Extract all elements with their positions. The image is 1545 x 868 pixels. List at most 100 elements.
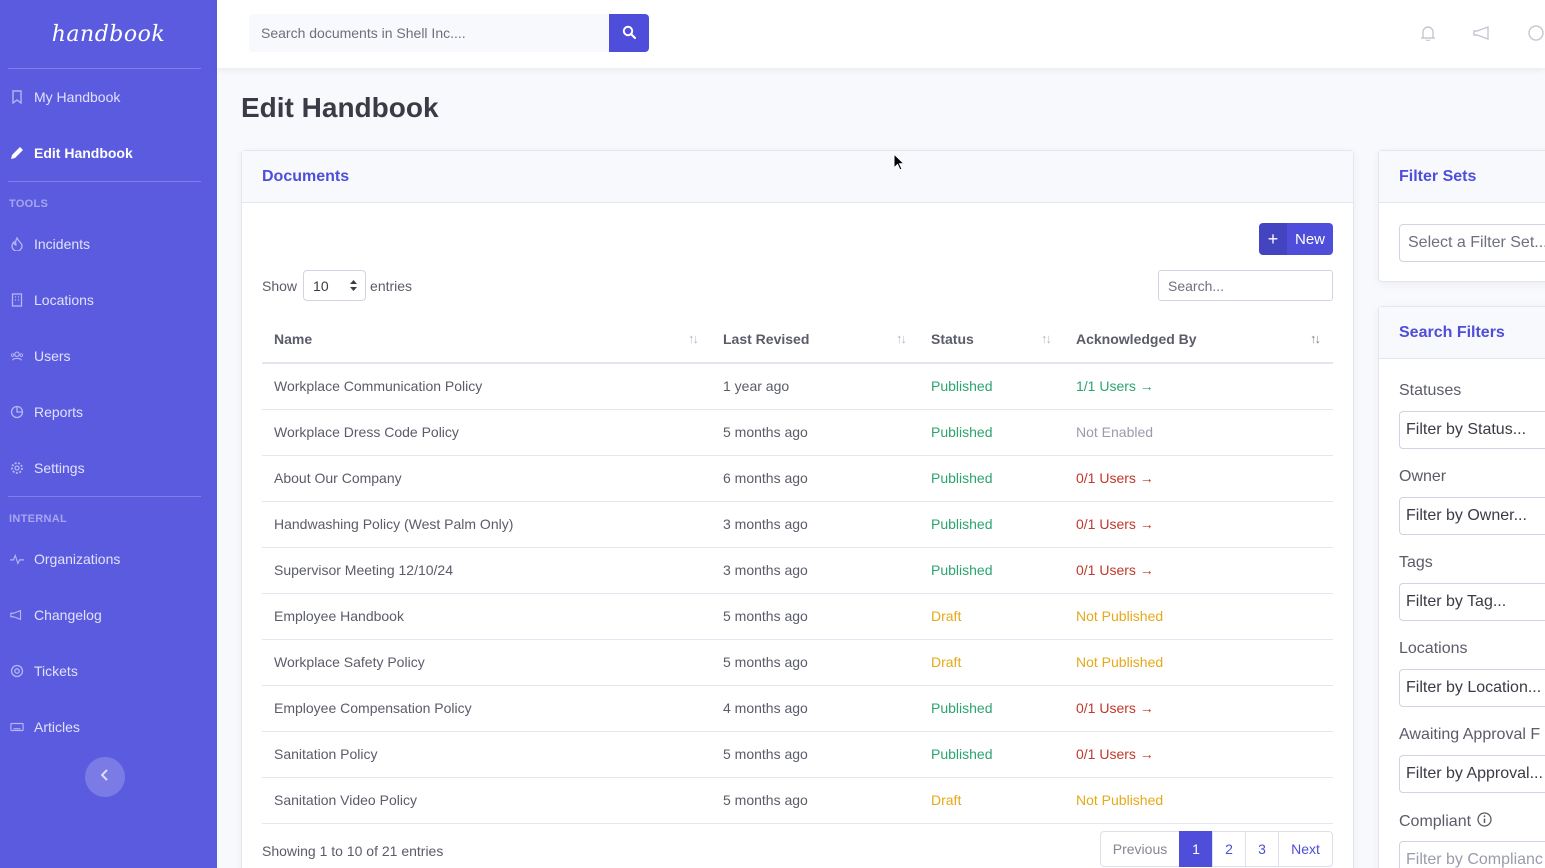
sidebar-item-incidents[interactable]: Incidents [0, 216, 217, 272]
sidebar-item-settings[interactable]: Settings [0, 440, 217, 496]
last-revised-cell: 3 months ago [711, 547, 919, 594]
document-name-cell[interactable]: Workplace Dress Code Policy [262, 409, 711, 456]
sidebar-item-edit-handbook[interactable]: Edit Handbook [0, 125, 217, 181]
table-row[interactable]: Sanitation Video Policy 5 months ago Draft… [262, 777, 1333, 824]
search-button[interactable] [609, 14, 649, 52]
acknowledged-by-cell: Not Published [1064, 777, 1333, 824]
column-label: Name [274, 331, 313, 347]
sidebar-item-my-handbook[interactable]: My Handbook [0, 69, 217, 125]
documents-table: Name ↑↓ Last Revised ↑↓ Status ↑↓ Acknowled… [262, 316, 1333, 824]
compliance-filter-select[interactable]: Filter by Complianc [1399, 841, 1545, 868]
sidebar-item-locations[interactable]: Locations [0, 272, 217, 328]
search-filters-header: Search Filters [1379, 307, 1545, 359]
status-filter-select[interactable]: Filter by Status... [1399, 411, 1545, 449]
document-name-cell[interactable]: Employee Handbook [262, 593, 711, 640]
table-row[interactable]: Employee Compensation Policy 4 months ago… [262, 685, 1333, 732]
status-cell: Published [919, 731, 1064, 778]
last-revised-cell: 3 months ago [711, 501, 919, 548]
help-icon[interactable] [1527, 24, 1545, 42]
documents-card: Documents + New Show 10 entries Name ↑↓ L… [241, 150, 1354, 868]
pagination: Previous 1 2 3 Next [1100, 831, 1333, 867]
filter-label-locations: Locations [1399, 640, 1468, 657]
table-row[interactable]: Sanitation Policy 5 months ago Published 0/… [262, 731, 1333, 778]
acknowledged-by-cell[interactable]: 0/1 Users → [1064, 501, 1333, 548]
pagination-page[interactable]: 1 [1179, 831, 1213, 867]
document-name-cell[interactable]: Sanitation Policy [262, 731, 711, 778]
new-document-button[interactable]: + New [1259, 223, 1333, 255]
acknowledged-by-cell[interactable]: 0/1 Users → [1064, 455, 1333, 502]
document-name-cell[interactable]: About Our Company [262, 455, 711, 502]
megaphone-icon [10, 608, 24, 622]
column-header-last-revised[interactable]: Last Revised ↑↓ [711, 316, 919, 364]
acknowledged-by-cell[interactable]: 0/1 Users → [1064, 547, 1333, 594]
megaphone-icon[interactable] [1473, 24, 1491, 42]
select-arrows-icon [350, 278, 358, 294]
document-name-cell[interactable]: Handwashing Policy (West Palm Only) [262, 501, 711, 548]
table-row[interactable]: Workplace Communication Policy 1 year ago… [262, 363, 1333, 410]
table-row[interactable]: Workplace Safety Policy 5 months ago Draft… [262, 639, 1333, 686]
last-revised-cell: 5 months ago [711, 593, 919, 640]
pagination-page[interactable]: 2 [1212, 831, 1246, 867]
status-cell: Draft [919, 639, 1064, 686]
sidebar-item-reports[interactable]: Reports [0, 384, 217, 440]
column-header-acknowledged-by[interactable]: Acknowledged By ↑↓ [1064, 316, 1333, 364]
column-header-name[interactable]: Name ↑↓ [262, 316, 711, 364]
filter-sets-card: Filter Sets Select a Filter Set... [1378, 150, 1545, 282]
sidebar-heading-internal: INTERNAL [9, 513, 68, 525]
status-cell: Published [919, 409, 1064, 456]
sidebar-item-label: Incidents [34, 236, 91, 252]
sidebar-item-label: Settings [34, 460, 85, 476]
brand-logo[interactable]: handbook [0, 0, 217, 68]
info-icon[interactable] [1477, 812, 1492, 832]
location-filter-select[interactable]: Filter by Location... [1399, 669, 1545, 707]
plus-icon: + [1259, 223, 1287, 255]
sort-desc-icon: ↑↓ [1310, 331, 1321, 346]
sidebar-item-label: Edit Handbook [34, 145, 133, 161]
documents-card-header: Documents [242, 151, 1353, 203]
entries-select[interactable]: 10 [303, 270, 367, 301]
sidebar-item-users[interactable]: Users [0, 328, 217, 384]
pagination-previous[interactable]: Previous [1100, 831, 1180, 867]
owner-filter-select[interactable]: Filter by Owner... [1399, 497, 1545, 535]
column-header-status[interactable]: Status ↑↓ [919, 316, 1064, 364]
sidebar-item-label: Organizations [34, 551, 121, 567]
filter-set-select[interactable]: Select a Filter Set... [1399, 224, 1545, 262]
table-row[interactable]: Supervisor Meeting 12/10/24 3 months ago P… [262, 547, 1333, 594]
column-label: Last Revised [723, 331, 810, 347]
sidebar-toggle-button[interactable] [85, 757, 125, 797]
filter-label-statuses: Statuses [1399, 382, 1462, 399]
lifebuoy-icon [10, 664, 24, 678]
document-name-cell[interactable]: Workplace Communication Policy [262, 363, 711, 410]
last-revised-cell: 6 months ago [711, 455, 919, 502]
acknowledged-by-cell[interactable]: 1/1 Users → [1064, 363, 1333, 410]
document-name-cell[interactable]: Employee Compensation Policy [262, 685, 711, 732]
sidebar-item-label: Changelog [34, 607, 102, 623]
table-row[interactable]: Handwashing Policy (West Palm Only) 3 mon… [262, 501, 1333, 548]
search-input[interactable] [249, 14, 609, 52]
sidebar-item-tickets[interactable]: Tickets [0, 643, 217, 699]
bell-icon[interactable] [1419, 24, 1437, 42]
document-name-cell[interactable]: Workplace Safety Policy [262, 639, 711, 686]
tag-filter-select[interactable]: Filter by Tag... [1399, 583, 1545, 621]
table-search-input[interactable] [1158, 270, 1333, 301]
table-row[interactable]: About Our Company 6 months ago Published 0/… [262, 455, 1333, 502]
table-row[interactable]: Employee Handbook 5 months ago Draft Not Pu… [262, 593, 1333, 640]
pagination-next[interactable]: Next [1278, 831, 1333, 867]
approval-filter-select[interactable]: Filter by Approval... [1399, 755, 1545, 793]
last-revised-cell: 4 months ago [711, 685, 919, 732]
page-title: Edit Handbook [241, 92, 439, 123]
sidebar-item-label: Users [34, 348, 71, 364]
acknowledged-by-cell[interactable]: 0/1 Users → [1064, 731, 1333, 778]
sidebar: handbook My Handbook Edit Handbook TOOLS… [0, 0, 217, 868]
pencil-icon [10, 146, 24, 160]
table-row[interactable]: Workplace Dress Code Policy 5 months ago P… [262, 409, 1333, 456]
sidebar-item-changelog[interactable]: Changelog [0, 587, 217, 643]
pagination-page[interactable]: 3 [1245, 831, 1279, 867]
document-name-cell[interactable]: Sanitation Video Policy [262, 777, 711, 824]
sidebar-item-articles[interactable]: Articles [0, 699, 217, 755]
document-name-cell[interactable]: Supervisor Meeting 12/10/24 [262, 547, 711, 594]
acknowledged-by-cell[interactable]: 0/1 Users → [1064, 685, 1333, 732]
last-revised-cell: 5 months ago [711, 777, 919, 824]
sidebar-item-organizations[interactable]: Organizations [0, 531, 217, 587]
bookmark-icon [10, 90, 24, 104]
